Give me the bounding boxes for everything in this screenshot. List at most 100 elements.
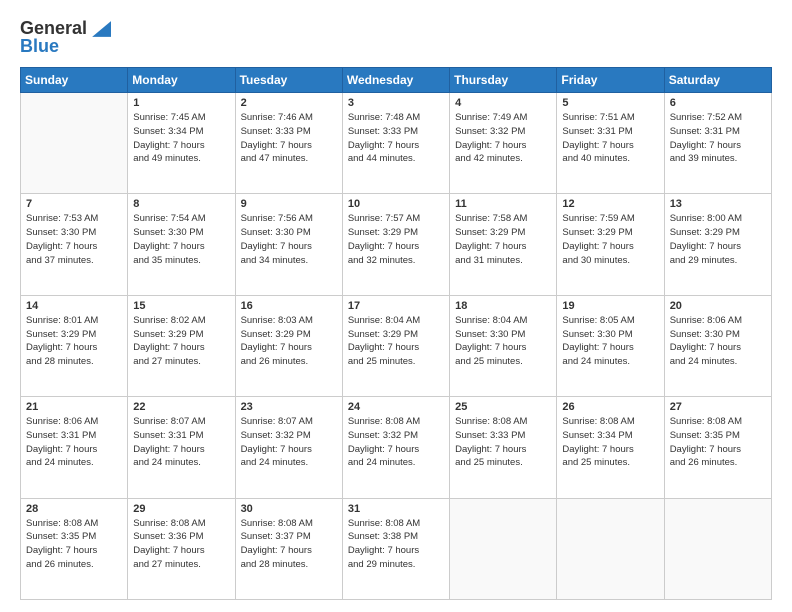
day-number: 24 [348, 401, 444, 413]
day-cell-27: 27Sunrise: 8:08 AMSunset: 3:35 PMDayligh… [664, 397, 771, 498]
day-info: Sunrise: 7:46 AMSunset: 3:33 PMDaylight:… [241, 111, 337, 166]
day-info: Sunrise: 8:08 AMSunset: 3:35 PMDaylight:… [670, 415, 766, 470]
day-cell-26: 26Sunrise: 8:08 AMSunset: 3:34 PMDayligh… [557, 397, 664, 498]
day-info: Sunrise: 8:06 AMSunset: 3:30 PMDaylight:… [670, 314, 766, 369]
day-info: Sunrise: 7:51 AMSunset: 3:31 PMDaylight:… [562, 111, 658, 166]
day-info: Sunrise: 7:48 AMSunset: 3:33 PMDaylight:… [348, 111, 444, 166]
day-cell-30: 30 Sunrise: 8:08 AMSunset: 3:37 PMDayligh… [235, 498, 342, 599]
day-number: 25 [455, 401, 551, 413]
day-number: 31 [348, 503, 444, 515]
day-number: 14 [26, 300, 122, 312]
empty-cell [450, 498, 557, 599]
day-header-friday: Friday [557, 68, 664, 93]
day-number: 2 [241, 97, 337, 109]
day-info: Sunrise: 7:58 AMSunset: 3:29 PMDaylight:… [455, 212, 551, 267]
day-info: Sunrise: 8:04 AMSunset: 3:30 PMDaylight:… [455, 314, 551, 369]
day-cell-3: 3 Sunrise: 7:48 AMSunset: 3:33 PMDaylight… [342, 93, 449, 194]
day-info: Sunrise: 7:45 AMSunset: 3:34 PMDaylight:… [133, 111, 229, 166]
day-cell-19: 19 Sunrise: 8:05 AMSunset: 3:30 PMDayligh… [557, 295, 664, 396]
day-header-monday: Monday [128, 68, 235, 93]
day-number: 30 [241, 503, 337, 515]
day-number: 23 [241, 401, 337, 413]
day-number: 4 [455, 97, 551, 109]
day-number: 7 [26, 198, 122, 210]
day-header-wednesday: Wednesday [342, 68, 449, 93]
day-info: Sunrise: 8:07 AMSunset: 3:32 PMDaylight:… [241, 415, 337, 470]
day-info: Sunrise: 8:08 AMSunset: 3:33 PMDaylight:… [455, 415, 551, 470]
day-info: Sunrise: 8:06 AMSunset: 3:31 PMDaylight:… [26, 415, 122, 470]
day-number: 1 [133, 97, 229, 109]
day-info: Sunrise: 7:56 AMSunset: 3:30 PMDaylight:… [241, 212, 337, 267]
day-info: Sunrise: 8:04 AMSunset: 3:29 PMDaylight:… [348, 314, 444, 369]
week-row-2: 7Sunrise: 7:53 AMSunset: 3:30 PMDaylight… [21, 194, 772, 295]
empty-cell [557, 498, 664, 599]
day-cell-15: 15 Sunrise: 8:02 AMSunset: 3:29 PMDayligh… [128, 295, 235, 396]
day-info: Sunrise: 7:54 AMSunset: 3:30 PMDaylight:… [133, 212, 229, 267]
empty-cell [21, 93, 128, 194]
week-row-1: 1 Sunrise: 7:45 AMSunset: 3:34 PMDaylight… [21, 93, 772, 194]
day-number: 20 [670, 300, 766, 312]
page: General Blue SundayMondayTuesdayWednesda… [0, 0, 792, 612]
day-cell-10: 10 Sunrise: 7:57 AMSunset: 3:29 PMDayligh… [342, 194, 449, 295]
day-info: Sunrise: 7:49 AMSunset: 3:32 PMDaylight:… [455, 111, 551, 166]
day-cell-4: 4 Sunrise: 7:49 AMSunset: 3:32 PMDaylight… [450, 93, 557, 194]
day-info: Sunrise: 8:01 AMSunset: 3:29 PMDaylight:… [26, 314, 122, 369]
logo: General Blue [20, 18, 111, 57]
day-info: Sunrise: 8:08 AMSunset: 3:38 PMDaylight:… [348, 517, 444, 572]
day-cell-1: 1 Sunrise: 7:45 AMSunset: 3:34 PMDaylight… [128, 93, 235, 194]
day-info: Sunrise: 8:08 AMSunset: 3:32 PMDaylight:… [348, 415, 444, 470]
day-number: 22 [133, 401, 229, 413]
day-number: 16 [241, 300, 337, 312]
logo-icon [89, 18, 111, 40]
day-number: 8 [133, 198, 229, 210]
day-cell-6: 6 Sunrise: 7:52 AMSunset: 3:31 PMDaylight… [664, 93, 771, 194]
day-header-saturday: Saturday [664, 68, 771, 93]
day-number: 3 [348, 97, 444, 109]
day-number: 19 [562, 300, 658, 312]
day-number: 9 [241, 198, 337, 210]
day-info: Sunrise: 8:00 AMSunset: 3:29 PMDaylight:… [670, 212, 766, 267]
day-cell-2: 2 Sunrise: 7:46 AMSunset: 3:33 PMDaylight… [235, 93, 342, 194]
day-number: 11 [455, 198, 551, 210]
day-cell-5: 5Sunrise: 7:51 AMSunset: 3:31 PMDaylight… [557, 93, 664, 194]
day-cell-16: 16Sunrise: 8:03 AMSunset: 3:29 PMDayligh… [235, 295, 342, 396]
day-cell-13: 13 Sunrise: 8:00 AMSunset: 3:29 PMDayligh… [664, 194, 771, 295]
day-cell-12: 12 Sunrise: 7:59 AMSunset: 3:29 PMDayligh… [557, 194, 664, 295]
day-info: Sunrise: 8:02 AMSunset: 3:29 PMDaylight:… [133, 314, 229, 369]
day-info: Sunrise: 8:08 AMSunset: 3:36 PMDaylight:… [133, 517, 229, 572]
day-cell-22: 22Sunrise: 8:07 AMSunset: 3:31 PMDayligh… [128, 397, 235, 498]
day-cell-7: 7Sunrise: 7:53 AMSunset: 3:30 PMDaylight… [21, 194, 128, 295]
day-cell-20: 20 Sunrise: 8:06 AMSunset: 3:30 PMDayligh… [664, 295, 771, 396]
day-cell-17: 17Sunrise: 8:04 AMSunset: 3:29 PMDayligh… [342, 295, 449, 396]
week-row-4: 21 Sunrise: 8:06 AMSunset: 3:31 PMDayligh… [21, 397, 772, 498]
day-number: 13 [670, 198, 766, 210]
day-header-tuesday: Tuesday [235, 68, 342, 93]
week-row-5: 28Sunrise: 8:08 AMSunset: 3:35 PMDayligh… [21, 498, 772, 599]
day-number: 29 [133, 503, 229, 515]
day-number: 15 [133, 300, 229, 312]
calendar-header-row: SundayMondayTuesdayWednesdayThursdayFrid… [21, 68, 772, 93]
day-info: Sunrise: 7:57 AMSunset: 3:29 PMDaylight:… [348, 212, 444, 267]
day-cell-8: 8 Sunrise: 7:54 AMSunset: 3:30 PMDaylight… [128, 194, 235, 295]
day-info: Sunrise: 8:05 AMSunset: 3:30 PMDaylight:… [562, 314, 658, 369]
day-header-thursday: Thursday [450, 68, 557, 93]
day-cell-23: 23 Sunrise: 8:07 AMSunset: 3:32 PMDayligh… [235, 397, 342, 498]
day-number: 28 [26, 503, 122, 515]
day-number: 6 [670, 97, 766, 109]
day-cell-21: 21 Sunrise: 8:06 AMSunset: 3:31 PMDayligh… [21, 397, 128, 498]
day-number: 10 [348, 198, 444, 210]
day-info: Sunrise: 8:08 AMSunset: 3:37 PMDaylight:… [241, 517, 337, 572]
day-cell-31: 31 Sunrise: 8:08 AMSunset: 3:38 PMDayligh… [342, 498, 449, 599]
day-info: Sunrise: 7:52 AMSunset: 3:31 PMDaylight:… [670, 111, 766, 166]
day-number: 12 [562, 198, 658, 210]
calendar-table: SundayMondayTuesdayWednesdayThursdayFrid… [20, 67, 772, 600]
day-number: 26 [562, 401, 658, 413]
day-cell-18: 18Sunrise: 8:04 AMSunset: 3:30 PMDayligh… [450, 295, 557, 396]
day-cell-29: 29 Sunrise: 8:08 AMSunset: 3:36 PMDayligh… [128, 498, 235, 599]
day-info: Sunrise: 7:59 AMSunset: 3:29 PMDaylight:… [562, 212, 658, 267]
day-cell-28: 28Sunrise: 8:08 AMSunset: 3:35 PMDayligh… [21, 498, 128, 599]
day-number: 21 [26, 401, 122, 413]
day-cell-24: 24 Sunrise: 8:08 AMSunset: 3:32 PMDayligh… [342, 397, 449, 498]
day-cell-14: 14 Sunrise: 8:01 AMSunset: 3:29 PMDayligh… [21, 295, 128, 396]
header: General Blue [20, 18, 772, 57]
